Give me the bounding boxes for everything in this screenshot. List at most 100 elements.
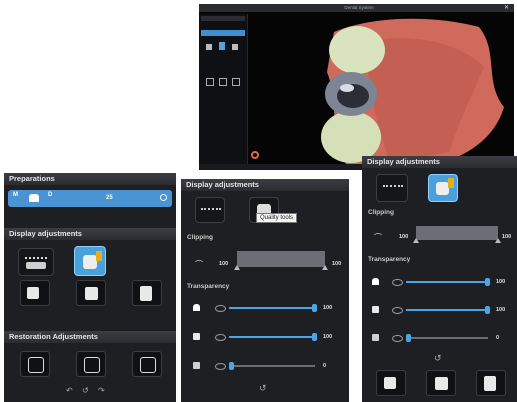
- quality-tools-tooltip: Quality tools: [256, 213, 298, 223]
- gap-tool-button[interactable]: [76, 280, 106, 306]
- transparency-row-crown: 100: [181, 303, 349, 313]
- margin-tool-button[interactable]: [20, 280, 50, 306]
- clip-min-handle[interactable]: [413, 238, 419, 243]
- quality-tools-tile[interactable]: [428, 174, 458, 202]
- contact-tool-button[interactable]: [132, 280, 162, 306]
- tooth-number: 25: [106, 195, 113, 201]
- crown-icon: [372, 278, 379, 285]
- mesh-icon: [28, 357, 44, 373]
- restoration-adjustments-header: Restoration Adjustments: [4, 331, 176, 343]
- transparency-fill: [406, 281, 488, 283]
- dental-model-view[interactable]: [309, 12, 514, 170]
- visibility-eye-icon[interactable]: [215, 363, 226, 370]
- transparency-row-jaw: 100: [362, 305, 517, 315]
- restoration-edit-button[interactable]: [20, 351, 50, 377]
- visibility-eye-icon[interactable]: [392, 307, 403, 314]
- display-adjustments-title: Display adjustments: [181, 179, 349, 191]
- mesial-label: M: [13, 192, 18, 198]
- settings-icon[interactable]: [160, 194, 167, 201]
- gear-icon[interactable]: [251, 151, 259, 159]
- clip-max-handle[interactable]: [495, 238, 501, 243]
- clip-max-value: 100: [332, 261, 342, 267]
- margin-tool-button[interactable]: [376, 370, 406, 396]
- transparency-handle[interactable]: [485, 278, 490, 286]
- transparency-row-antagonist: 0: [362, 333, 517, 343]
- transparency-label: Transparency: [368, 256, 411, 263]
- display-adjustments-panel-alt: Display adjustments Clipping ⌒ 100 100 T…: [362, 156, 517, 402]
- distal-label: D: [48, 192, 53, 198]
- display-adjustments-panel: Display adjustments Quality tools Clippi…: [181, 179, 349, 402]
- viewer-window: Dental System ✕: [199, 4, 514, 170]
- tool-icon-a[interactable]: [206, 78, 214, 86]
- clipping-label: Clipping: [187, 234, 213, 241]
- visibility-eye-icon[interactable]: [392, 279, 403, 286]
- transparency-row-jaw: 100: [181, 332, 349, 342]
- tooth-icon: [85, 287, 98, 300]
- mesh-icon: [84, 357, 100, 373]
- undo-icon[interactable]: ↶: [66, 386, 73, 395]
- transparency-row-crown: 100: [362, 277, 517, 287]
- clip-icon: ⌒: [195, 260, 203, 269]
- clipping-label: Clipping: [368, 209, 394, 216]
- transparency-row-antagonist: 0: [181, 361, 349, 371]
- clipping-range-slider[interactable]: [413, 226, 501, 243]
- tooth-icon: [140, 286, 152, 301]
- visibility-eye-icon[interactable]: [215, 305, 226, 312]
- transparency-value: 0: [323, 363, 327, 369]
- reset-icon[interactable]: ↺: [434, 353, 442, 364]
- crown-icon: [29, 194, 39, 202]
- scan-view-tile[interactable]: [18, 248, 54, 276]
- clipping-range-slider[interactable]: [234, 251, 328, 270]
- scan-view-tile[interactable]: [195, 197, 225, 223]
- reset-icon[interactable]: ↺: [82, 386, 89, 395]
- tool-icon-c[interactable]: [232, 78, 240, 86]
- transparency-value: 0: [496, 335, 500, 341]
- transparency-fill: [229, 336, 315, 338]
- reset-icon[interactable]: ↺: [259, 383, 267, 394]
- clip-max-value: 100: [502, 234, 512, 240]
- display-adjustments-header: Display adjustments: [4, 228, 176, 240]
- tooth-icon: [384, 377, 396, 389]
- visibility-eye-icon[interactable]: [392, 335, 403, 342]
- preparation-row[interactable]: M D 25: [8, 190, 172, 207]
- clip-min-handle[interactable]: [234, 265, 240, 270]
- clip-min-value: 100: [399, 234, 409, 240]
- quality-tools-tile[interactable]: [74, 246, 106, 276]
- meter-icon: [448, 178, 454, 188]
- redo-icon[interactable]: ↷: [98, 386, 105, 395]
- restoration-shape-button[interactable]: [132, 351, 162, 377]
- tooth-icon: [83, 255, 97, 269]
- crown-icon[interactable]: [206, 44, 212, 50]
- tooth-icon: [193, 362, 200, 369]
- preparations-panel: Preparations M D 25 Display adjustments …: [4, 173, 176, 402]
- contact-tool-button[interactable]: [476, 370, 506, 396]
- viewer-side-panel: [199, 14, 248, 164]
- transparency-value: 100: [496, 307, 506, 313]
- side-panel-selected-row[interactable]: [201, 30, 245, 36]
- transparency-handle[interactable]: [312, 333, 317, 341]
- tooth-icon: [435, 377, 448, 390]
- gap-tool-button[interactable]: [426, 370, 456, 396]
- transparency-value: 100: [496, 279, 506, 285]
- transparency-handle[interactable]: [485, 306, 490, 314]
- transparency-handle[interactable]: [312, 304, 317, 312]
- tooth-icon[interactable]: [232, 44, 238, 50]
- transparency-track: [229, 365, 315, 367]
- jaw-icon: [201, 208, 221, 218]
- close-icon[interactable]: ✕: [504, 5, 510, 11]
- transparency-handle[interactable]: [406, 334, 411, 342]
- tooth-icon: [27, 287, 39, 299]
- tool-icon-b[interactable]: [219, 78, 227, 86]
- transparency-handle[interactable]: [229, 362, 234, 370]
- meter-icon: [96, 251, 102, 261]
- crown-icon: [193, 304, 200, 311]
- restoration-position-button[interactable]: [76, 351, 106, 377]
- transparency-label: Transparency: [187, 283, 230, 290]
- tooth-icon: [372, 334, 379, 341]
- clip-max-handle[interactable]: [322, 265, 328, 270]
- scan-view-tile[interactable]: [376, 174, 408, 202]
- visibility-eye-icon[interactable]: [215, 334, 226, 341]
- jaw-icon: [383, 185, 403, 195]
- implant-icon[interactable]: [219, 42, 225, 50]
- transparency-value: 100: [323, 305, 333, 311]
